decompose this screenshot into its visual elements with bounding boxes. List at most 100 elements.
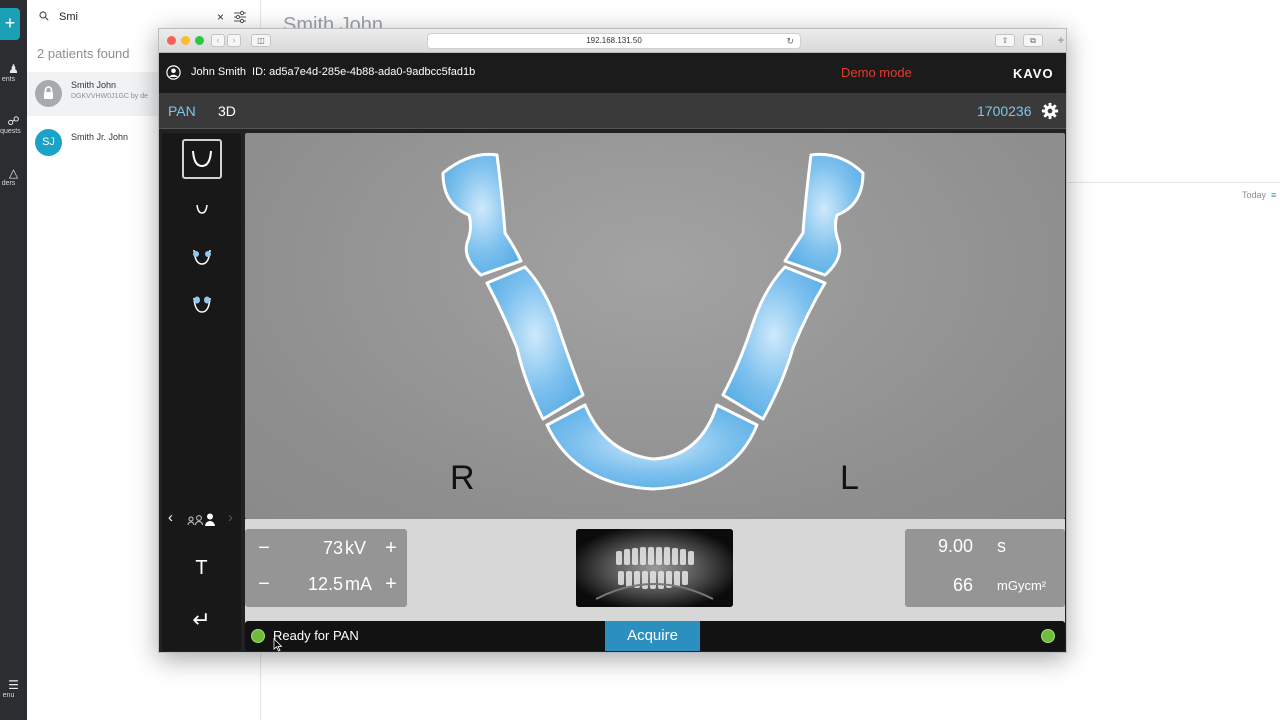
exposure-time-value: 9.00	[937, 536, 973, 556]
ma-decrease-button[interactable]: −	[253, 573, 275, 595]
browser-window: ‹ › ◫ 192.168.131.50 ↻ ⇧ ⧉ + John Smith I…	[158, 28, 1067, 653]
kv-value: 73	[322, 538, 343, 558]
new-tab-button[interactable]: +	[1054, 33, 1066, 51]
back-button[interactable]: ‹	[211, 34, 225, 47]
patients-icon: ♟	[8, 62, 19, 76]
time-dose-panel: 9.00 s 66 mGycm²	[905, 529, 1065, 607]
acquire-button[interactable]: Acquire	[605, 621, 700, 651]
chevron-left-icon[interactable]: ‹	[168, 509, 173, 526]
ma-unit: mA	[345, 574, 372, 594]
chevron-right-icon[interactable]: ›	[228, 509, 233, 526]
dose-value: 66	[952, 575, 973, 595]
arch-segment-left-condyle	[783, 152, 865, 277]
ma-increase-button[interactable]: +	[380, 573, 402, 595]
address-bar[interactable]: 192.168.131.50 ↻	[427, 33, 801, 49]
patients-found-count: 2 patients found	[37, 46, 130, 61]
tmj-program-button[interactable]	[182, 237, 222, 277]
rail-item-requests[interactable]: ☍ equests	[0, 114, 27, 135]
tabs-button[interactable]: ⧉	[1023, 34, 1043, 47]
panoramic-xray-image	[576, 529, 733, 607]
kv-ma-panel: − 73 kV + − 12.5 mA +	[245, 529, 407, 607]
device-status-indicator-icon	[1041, 629, 1055, 643]
dose-unit: mGycm²	[997, 578, 1047, 593]
exposure-panel: − 73 kV + − 12.5 mA + 9.00 s 66 mGycm²	[245, 519, 1065, 623]
left-rail: + ♟ ents ☍ equests △ ders ☰ enu	[0, 0, 27, 720]
tab-3d[interactable]: 3D	[218, 103, 236, 119]
xray-preview-thumbnail[interactable]	[576, 529, 733, 607]
kv-decrease-button[interactable]: −	[253, 537, 275, 559]
patient-id: DGKVVHW0J1GC by de	[71, 93, 149, 100]
patient-name: John Smith	[191, 66, 247, 78]
search-input[interactable]: Smi	[59, 11, 78, 23]
return-button[interactable]: ↵	[162, 607, 241, 633]
cart-icon: △	[8, 166, 19, 180]
patient-name: Smith Jr. John	[71, 132, 129, 142]
full-arch-program-button[interactable]	[182, 139, 222, 179]
mouse-cursor-icon	[273, 638, 283, 652]
patient-info: John Smith ID: ad5a7e4d-285e-4b88-ada0-9a…	[191, 66, 475, 78]
chevron-right-icon: ›	[232, 35, 236, 45]
rail-item-orders[interactable]: △ ders	[0, 166, 27, 187]
right-side-label: R	[450, 459, 475, 497]
lock-icon	[44, 86, 53, 99]
program-toolbar: ‹ › T ↵	[162, 133, 241, 651]
rail-item-menu[interactable]: ☰ enu	[0, 678, 27, 699]
half-arch-icon	[196, 204, 208, 214]
kv-unit: kV	[345, 538, 367, 558]
zoom-window-button[interactable]	[195, 36, 204, 45]
minimize-window-button[interactable]	[181, 36, 190, 45]
return-icon: ↵	[192, 607, 211, 632]
chevron-left-icon: ‹	[216, 35, 220, 45]
arch-segment-right-condyle	[441, 152, 523, 277]
left-side-label: L	[840, 459, 859, 497]
arch-segment-left-ramus	[721, 265, 827, 421]
kv-increase-button[interactable]: +	[380, 537, 402, 559]
kv-control: − 73 kV +	[245, 531, 407, 567]
tab-pan[interactable]: PAN	[168, 103, 196, 119]
filter-icon[interactable]: ≡	[1271, 190, 1276, 200]
patient-name: Smith John	[71, 80, 117, 90]
mode-bar: PAN 3D 1700236	[159, 93, 1066, 129]
reload-icon[interactable]: ↻	[786, 34, 794, 48]
avatar: SJ	[35, 129, 62, 156]
patient-size-selector: ‹ ›	[166, 509, 238, 529]
demo-mode-label: Demo mode	[841, 65, 912, 80]
app-header: John Smith ID: ad5a7e4d-285e-4b88-ada0-9a…	[159, 53, 1066, 93]
browser-toolbar: ‹ › ◫ 192.168.131.50 ↻ ⇧ ⧉ +	[159, 29, 1066, 53]
tabs-icon: ⧉	[1030, 36, 1036, 45]
url-text: 192.168.131.50	[586, 36, 642, 45]
plus-icon: +	[1057, 33, 1065, 47]
filter-icon[interactable]	[233, 10, 247, 24]
share-button[interactable]: ⇧	[995, 34, 1015, 47]
sinus-icon	[193, 296, 211, 313]
divider	[1067, 182, 1280, 183]
patient-size-icon	[187, 513, 215, 526]
status-text: Ready for PAN	[273, 628, 359, 643]
sidebar-icon: ◫	[257, 36, 265, 45]
today-label: Today	[1242, 190, 1267, 200]
clear-search-button[interactable]: ×	[217, 10, 224, 24]
add-button[interactable]: +	[0, 8, 20, 40]
patient-id: ID: ad5a7e4d-285e-4b88-ada0-9adbcc5fad1b	[252, 66, 476, 78]
t-button[interactable]: T	[162, 557, 241, 580]
forward-button[interactable]: ›	[227, 34, 241, 47]
share-icon: ⇧	[1001, 36, 1009, 45]
close-window-button[interactable]	[167, 36, 176, 45]
menu-icon: ☰	[8, 678, 19, 692]
arch-viewer: R L	[245, 133, 1065, 519]
avatar	[35, 80, 62, 107]
arch-segment-right-ramus	[485, 265, 585, 421]
sinus-program-button[interactable]	[182, 285, 222, 325]
search-icon	[39, 11, 49, 21]
sidebar-toggle-button[interactable]: ◫	[251, 34, 271, 47]
gear-icon[interactable]	[1041, 102, 1059, 120]
dental-arch-diagram	[441, 152, 865, 491]
ma-value: 12.5	[307, 574, 343, 594]
rail-item-patients[interactable]: ♟ ents	[0, 62, 27, 83]
half-arch-program-button[interactable]	[182, 189, 222, 229]
tmj-icon	[193, 249, 211, 265]
requests-icon: ☍	[7, 114, 20, 128]
exposure-time-unit: s	[997, 536, 1006, 556]
kavo-logo: KAVO	[1013, 66, 1054, 81]
device-id: 1700236	[977, 103, 1032, 119]
